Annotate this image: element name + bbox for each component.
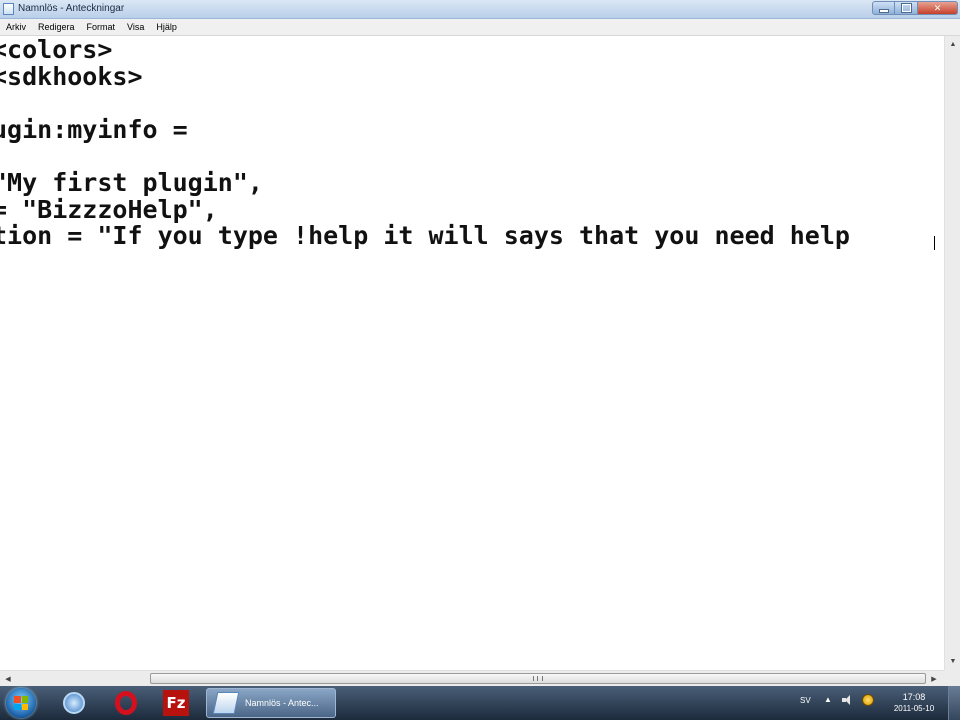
taskbar-item-label: Namnlös - Antec... — [245, 698, 319, 708]
editor-line: = "BizzzoHelp", — [0, 195, 218, 224]
horizontal-scrollbar[interactable]: ◀ ▶ — [0, 670, 944, 687]
menu-format[interactable]: Format — [81, 22, 122, 32]
maximize-button[interactable] — [895, 1, 918, 15]
minimize-button[interactable] — [872, 1, 895, 15]
menu-visa[interactable]: Visa — [121, 22, 150, 32]
opera-button[interactable] — [112, 689, 140, 717]
scroll-left-arrow-icon[interactable]: ◀ — [0, 671, 16, 687]
filezilla-icon: Fz — [163, 690, 189, 716]
taskbar: Fz Namnlös - Antec... SV ▲ 17:08 2011-05… — [0, 686, 960, 720]
menu-hjalp[interactable]: Hjälp — [150, 22, 183, 32]
notepad-icon[interactable] — [3, 3, 14, 15]
menu-bar: Arkiv Redigera Format Visa Hjälp — [0, 19, 960, 36]
close-icon: ✕ — [933, 2, 942, 13]
title-bar[interactable]: Namnlös - Anteckningar ✕ — [0, 0, 960, 19]
language-indicator[interactable]: SV — [800, 696, 811, 705]
windows-logo-icon — [14, 696, 28, 710]
text-cursor — [934, 236, 940, 250]
scroll-right-arrow-icon[interactable]: ▶ — [926, 671, 942, 687]
editor-line: <sdkhooks> — [0, 62, 143, 91]
editor-line: ugin:myinfo = — [0, 115, 188, 144]
restore-icon — [901, 4, 911, 12]
notepad-icon — [212, 692, 240, 714]
scroll-up-arrow-icon[interactable]: ▲ — [945, 36, 960, 53]
editor-line: <colors> — [0, 36, 113, 64]
horizontal-scroll-thumb[interactable] — [150, 673, 926, 684]
clock-time: 17:08 — [902, 692, 926, 702]
text-editor[interactable]: <colors> <sdkhooks> ugin:myinfo = "My fi… — [0, 36, 944, 670]
scroll-down-arrow-icon[interactable]: ▼ — [945, 653, 960, 670]
internet-explorer-button[interactable] — [60, 689, 88, 717]
minimize-icon — [878, 8, 889, 13]
tray-expand-icon[interactable]: ▲ — [824, 695, 832, 704]
menu-redigera[interactable]: Redigera — [32, 22, 81, 32]
window-title: Namnlös - Anteckningar — [18, 3, 125, 14]
grip-icon — [533, 676, 543, 681]
taskbar-notepad-button[interactable]: Namnlös - Antec... — [206, 688, 336, 718]
show-desktop-button[interactable] — [948, 686, 960, 720]
editor-line: tion = "If you type !help it will says t… — [0, 221, 850, 250]
network-icon[interactable] — [862, 694, 874, 706]
clock[interactable]: 17:08 2011-05-10 — [884, 691, 944, 715]
size-grip — [944, 670, 960, 686]
internet-explorer-icon — [63, 692, 85, 714]
opera-icon — [115, 691, 137, 715]
start-button[interactable] — [6, 688, 36, 718]
volume-icon[interactable] — [842, 695, 852, 705]
close-button[interactable]: ✕ — [918, 1, 958, 15]
filezilla-button[interactable]: Fz — [162, 689, 190, 717]
editor-line: "My first plugin", — [0, 168, 263, 197]
clock-date: 2011-05-10 — [893, 704, 935, 713]
vertical-scrollbar[interactable]: ▲ ▼ — [944, 36, 960, 670]
menu-arkiv[interactable]: Arkiv — [0, 22, 32, 32]
